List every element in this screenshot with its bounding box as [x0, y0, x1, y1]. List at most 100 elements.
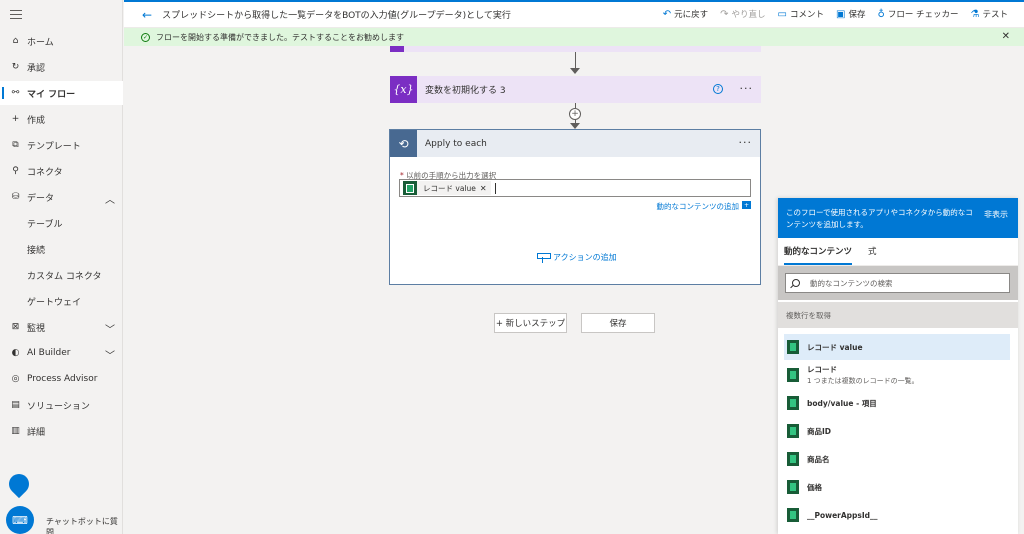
more-options-icon[interactable]: ··· — [740, 82, 754, 95]
process-advisor-icon: ◎ — [11, 374, 20, 384]
redo-button[interactable]: ↷ やり直し — [720, 8, 766, 21]
nav-item-label: テンプレート — [27, 141, 81, 152]
nav-item-learn[interactable]: ▥ 詳細 — [0, 419, 123, 443]
variable-icon: {x} — [390, 76, 417, 103]
nav-item-label: 作成 — [27, 115, 46, 126]
redo-icon: ↷ — [720, 8, 729, 20]
nav-item-ai-builder[interactable]: ◐ AI Builder ﹀ — [0, 341, 123, 365]
nav-item-custom-connectors[interactable]: カスタム コネクタ — [0, 263, 123, 287]
list-item[interactable]: body/value - 項目 — [784, 390, 1010, 416]
save-button[interactable]: ▣ 保存 — [836, 8, 865, 21]
chatbot-button[interactable]: ⌨ — [6, 506, 34, 534]
item-name: 価格 — [807, 482, 822, 492]
nav-item-connectors[interactable]: ⚲ コネクタ — [0, 159, 123, 183]
panel-description: このフローで使用されるアプリやコネクタから動的なコンテンツを追加します。 — [786, 208, 973, 229]
panel-tabs: 動的なコンテンツ 式 — [778, 238, 1018, 266]
close-icon[interactable]: ✕ — [1002, 31, 1010, 42]
flask-icon: ⚗ — [970, 8, 980, 20]
undo-label: 元に戻す — [674, 10, 709, 20]
step-title: 変数を初期化する 3 — [425, 86, 506, 96]
comment-label: コメント — [790, 10, 825, 20]
nav-item-label: ソリューション — [27, 401, 90, 412]
nav-item-tables[interactable]: テーブル — [0, 211, 123, 235]
excel-icon — [403, 181, 417, 195]
list-item[interactable]: 価格 — [784, 474, 1010, 500]
select-output-input[interactable]: レコード value ✕ — [399, 179, 751, 197]
item-name: 商品ID — [807, 426, 832, 436]
undo-button[interactable]: ↶ 元に戻す — [662, 8, 709, 21]
nav-item-label: ホーム — [27, 37, 54, 48]
excel-icon — [787, 452, 799, 466]
dynamic-content-badge-icon[interactable]: + — [742, 201, 751, 209]
list-item[interactable]: 商品名 — [784, 446, 1010, 472]
tab-dynamic-content[interactable]: 動的なコンテンツ — [784, 245, 853, 265]
redo-label: やり直し — [731, 10, 766, 20]
nav-item-approvals[interactable]: ↻ 承認 — [0, 55, 123, 79]
text-caret — [494, 182, 496, 194]
nav-item-home[interactable]: ⌂ ホーム — [0, 29, 123, 53]
remove-token-icon[interactable]: ✕ — [480, 184, 487, 193]
search-icon — [792, 279, 800, 287]
new-step-button[interactable]: + 新しいステップ — [494, 313, 567, 333]
nav-item-label: コネクタ — [27, 167, 63, 178]
ready-banner: ✓ フローを開始する準備ができました。テストすることをお勧めします ✕ — [124, 28, 1024, 46]
nav-item-templates[interactable]: ⧉ テンプレート — [0, 133, 123, 157]
insert-step-plus-icon[interactable]: + — [569, 108, 581, 120]
dynamic-content-search-input[interactable]: 動的なコンテンツの検索 — [785, 273, 1010, 293]
chatbot-label[interactable]: チャットボットに質問 — [46, 516, 122, 534]
nav-item-process-advisor[interactable]: ◎ Process Advisor — [0, 367, 123, 391]
undo-icon: ↶ — [662, 8, 672, 20]
more-options-icon[interactable]: ··· — [739, 136, 753, 149]
list-item[interactable]: 商品ID — [784, 418, 1010, 444]
nav-item-monitor[interactable]: ⊠ 監視 ﹀ — [0, 315, 123, 339]
list-item[interactable]: レコード value — [784, 334, 1010, 360]
nav-item-my-flows[interactable]: ⚯ マイ フロー — [0, 81, 123, 105]
nav-item-connections[interactable]: 接続 — [0, 237, 123, 261]
hamburger-menu-icon[interactable] — [10, 10, 22, 20]
chevron-down-icon[interactable]: ﹀ — [105, 347, 115, 362]
comment-icon: ▭ — [777, 8, 787, 20]
search-placeholder: 動的なコンテンツの検索 — [810, 278, 893, 288]
add-dynamic-content-link[interactable]: 動的なコンテンツの追加 — [657, 201, 740, 212]
stethoscope-icon: ♁ — [877, 8, 885, 20]
chevron-up-icon[interactable]: ︿ — [105, 191, 115, 206]
dynamic-token[interactable]: レコード value ✕ — [403, 181, 491, 195]
nav-item-create[interactable]: + 作成 — [0, 107, 123, 131]
search-area: 動的なコンテンツの検索 — [778, 266, 1018, 300]
ai-builder-icon: ◐ — [11, 348, 20, 358]
template-icon: ⧉ — [12, 140, 19, 150]
nav-item-gateways[interactable]: ゲートウェイ — [0, 289, 123, 313]
save-icon: ▣ — [836, 8, 846, 20]
nav-item-label: 監視 — [27, 323, 46, 334]
step-title: Apply to each — [425, 138, 487, 149]
test-label: テスト — [982, 10, 1008, 20]
excel-icon — [787, 340, 799, 354]
add-action-button[interactable]: アクションの追加 — [537, 251, 617, 263]
solution-icon: ▤ — [11, 400, 20, 410]
list-item[interactable]: __PowerAppsId__ — [784, 502, 1010, 528]
home-icon: ⌂ — [12, 36, 19, 46]
test-button[interactable]: ⚗ テスト — [970, 8, 1008, 21]
help-icon[interactable]: ? — [713, 84, 723, 94]
nav-item-data[interactable]: ⛁ データ ︿ — [0, 185, 123, 209]
flow-checker-label: フロー チェッカー — [887, 10, 959, 20]
flow-checker-button[interactable]: ♁ フロー チェッカー — [877, 8, 959, 21]
tab-expression[interactable]: 式 — [868, 245, 877, 265]
apply-to-each-card: ⟲ Apply to each ··· * 以前の手順から出力を選択 レコード … — [389, 129, 761, 285]
item-name: 商品名 — [807, 454, 830, 464]
panel-header: このフローで使用されるアプリやコネクタから動的なコンテンツを追加します。 非表示 — [778, 198, 1018, 238]
nav-item-label: カスタム コネクタ — [27, 271, 102, 282]
nav-item-solutions[interactable]: ▤ ソリューション — [0, 393, 123, 417]
excel-icon — [787, 368, 799, 382]
save-flow-button[interactable]: 保存 — [581, 313, 655, 333]
item-name: レコード — [807, 365, 837, 374]
list-item[interactable]: レコード 1 つまたは複数のレコードの一覧。 — [784, 362, 1010, 388]
chevron-down-icon[interactable]: ﹀ — [105, 321, 115, 336]
apply-to-each-header[interactable]: ⟲ Apply to each ··· — [390, 130, 760, 157]
hide-panel-button[interactable]: 非表示 — [984, 209, 1008, 221]
monitor-icon: ⊠ — [11, 322, 20, 332]
comment-button[interactable]: ▭ コメント — [777, 8, 825, 21]
back-arrow-icon[interactable]: ← — [142, 8, 152, 22]
initialize-variable-card[interactable]: {x} 変数を初期化する 3 ? ··· — [390, 76, 761, 103]
item-name: body/value - 項目 — [807, 398, 877, 408]
